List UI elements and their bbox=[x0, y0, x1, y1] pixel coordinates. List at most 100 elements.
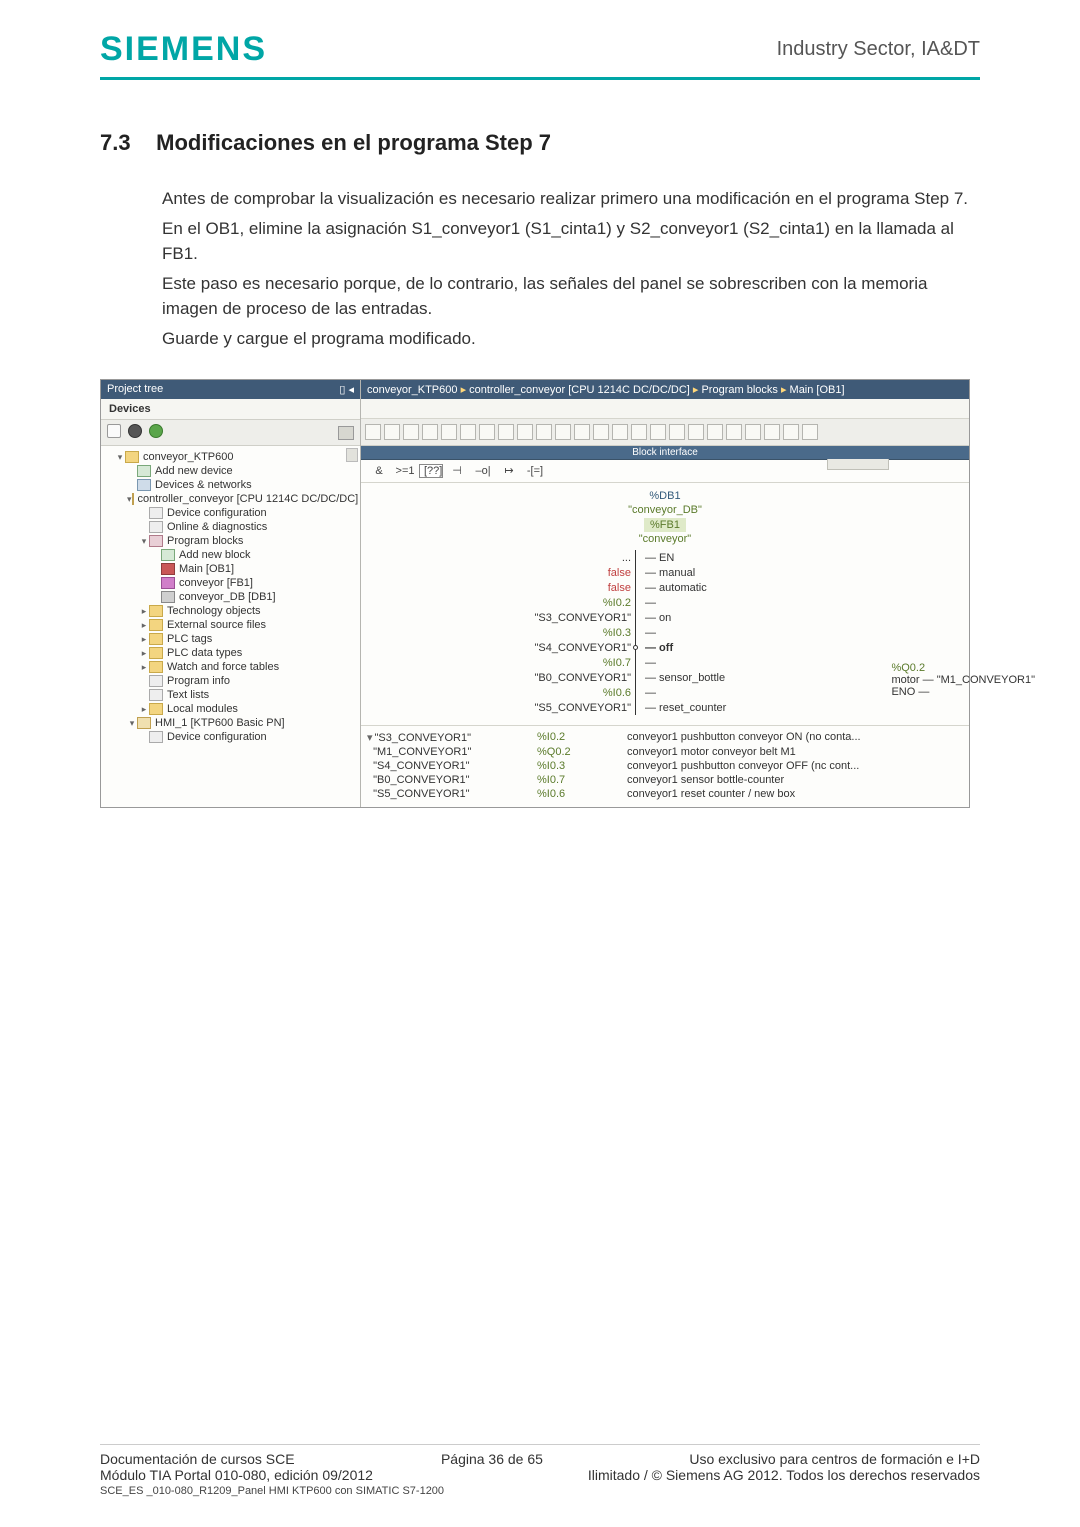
toolbar-button[interactable] bbox=[574, 424, 590, 440]
tree-item[interactable]: ▸Local modules bbox=[101, 702, 360, 716]
tree-item[interactable]: ▸PLC data types bbox=[101, 646, 360, 660]
toolbar-button[interactable] bbox=[460, 424, 476, 440]
expand-icon[interactable]: ▸ bbox=[139, 662, 149, 673]
toolbar-button[interactable] bbox=[441, 424, 457, 440]
fb-wire-icon bbox=[635, 550, 643, 565]
breadcrumb-item[interactable]: Program blocks bbox=[701, 384, 777, 396]
fb-pin-label: — sensor_bottle bbox=[643, 672, 725, 684]
toolbar-icon[interactable] bbox=[338, 426, 354, 440]
toolbar-button[interactable] bbox=[593, 424, 609, 440]
breadcrumb-item[interactable]: conveyor_KTP600 bbox=[367, 384, 458, 396]
project-tree[interactable]: ▾ conveyor_KTP600Add new deviceDevices & … bbox=[101, 446, 360, 807]
tree-item[interactable]: Add new block bbox=[101, 548, 360, 562]
lad-symbol[interactable]: & bbox=[367, 465, 391, 477]
lad-symbol[interactable]: [??] bbox=[419, 464, 443, 478]
table-row[interactable]: "S4_CONVEYOR1"%I0.3conveyor1 pushbutton … bbox=[367, 759, 963, 773]
tree-item[interactable]: ▸PLC tags bbox=[101, 632, 360, 646]
var-desc: conveyor1 reset counter / new box bbox=[627, 788, 963, 800]
lad-symbol[interactable]: –o| bbox=[471, 465, 495, 477]
fb-pin-label: — on bbox=[643, 612, 671, 624]
tree-item[interactable]: ▾Program blocks bbox=[101, 534, 360, 548]
toolbar-icon[interactable] bbox=[128, 424, 142, 438]
expand-icon[interactable]: ▸ bbox=[139, 606, 149, 617]
tree-item[interactable]: ▾HMI_1 [KTP600 Basic PN] bbox=[101, 716, 360, 730]
expand-icon[interactable]: ▸ bbox=[139, 704, 149, 715]
lad-symbol[interactable]: ↦ bbox=[497, 464, 521, 477]
toolbar-button[interactable] bbox=[707, 424, 723, 440]
tree-label: Technology objects bbox=[167, 605, 261, 617]
toolbar-button[interactable] bbox=[745, 424, 761, 440]
fb-address: %FB1 bbox=[644, 518, 686, 532]
panel-controls-icon[interactable]: ▯ ◂ bbox=[339, 383, 354, 396]
toolbar-icon[interactable] bbox=[149, 424, 163, 438]
fb-pin-row: %I0.7— bbox=[495, 655, 835, 670]
expand-icon[interactable]: ▸ bbox=[139, 648, 149, 659]
toolbar-button[interactable] bbox=[479, 424, 495, 440]
lad-symbol[interactable]: -[=] bbox=[523, 465, 547, 477]
toolbar-button[interactable] bbox=[631, 424, 647, 440]
breadcrumb-item[interactable]: controller_conveyor [CPU 1214C DC/DC/DC] bbox=[469, 384, 690, 396]
tree-item[interactable]: Online & diagnostics bbox=[101, 520, 360, 534]
toolbar-button[interactable] bbox=[669, 424, 685, 440]
toolbar-button[interactable] bbox=[517, 424, 533, 440]
block-interface-bar[interactable]: Block interface bbox=[361, 446, 969, 460]
toolbar-button[interactable] bbox=[783, 424, 799, 440]
toolbar-button[interactable] bbox=[403, 424, 419, 440]
tree-item[interactable]: Main [OB1] bbox=[101, 562, 360, 576]
fb-pin-label: — bbox=[643, 687, 656, 699]
tree-item[interactable]: Device configuration bbox=[101, 506, 360, 520]
paragraph: En el OB1, elimine la asignación S1_conv… bbox=[162, 216, 980, 267]
toolbar-button[interactable] bbox=[422, 424, 438, 440]
expand-icon[interactable]: ▾ bbox=[139, 536, 149, 547]
table-row[interactable]: "M1_CONVEYOR1"%Q0.2conveyor1 motor conve… bbox=[367, 745, 963, 759]
tree-item[interactable]: Text lists bbox=[101, 688, 360, 702]
toolbar-button[interactable] bbox=[384, 424, 400, 440]
tree-label: External source files bbox=[167, 619, 266, 631]
toolbar-button[interactable] bbox=[726, 424, 742, 440]
devices-tab[interactable]: Devices bbox=[101, 399, 360, 420]
breadcrumb-item[interactable]: Main [OB1] bbox=[790, 384, 845, 396]
folder-icon bbox=[149, 633, 163, 645]
table-row[interactable]: "S5_CONVEYOR1"%I0.6conveyor1 reset count… bbox=[367, 787, 963, 801]
tree-item[interactable]: Program info bbox=[101, 674, 360, 688]
tree-item[interactable]: conveyor [FB1] bbox=[101, 576, 360, 590]
expand-icon[interactable]: ▾ bbox=[115, 452, 125, 463]
fb-wire-icon bbox=[635, 625, 643, 640]
tree-item[interactable]: ▾controller_conveyor [CPU 1214C DC/DC/DC… bbox=[101, 492, 360, 506]
tree-item[interactable]: Devices & networks bbox=[101, 478, 360, 492]
lad-symbol[interactable]: ⊣ bbox=[445, 464, 469, 477]
expand-icon[interactable]: ▾ bbox=[127, 718, 137, 729]
toolbar-icon[interactable] bbox=[107, 424, 121, 438]
page-footer: Documentación de cursos SCE Página 36 de… bbox=[100, 1444, 980, 1497]
expand-icon[interactable]: ▸ bbox=[139, 620, 149, 631]
toolbar-button[interactable] bbox=[498, 424, 514, 440]
tree-item[interactable]: conveyor_DB [DB1] bbox=[101, 590, 360, 604]
fb-pin-source: false bbox=[495, 582, 635, 594]
tree-item[interactable]: ▸ Technology objects bbox=[101, 604, 360, 618]
tree-label: conveyor_KTP600 bbox=[143, 451, 234, 463]
table-row[interactable]: ▾"S3_CONVEYOR1"%I0.2conveyor1 pushbutton… bbox=[367, 730, 963, 745]
tree-label: Text lists bbox=[167, 689, 209, 701]
toolbar-button[interactable] bbox=[365, 424, 381, 440]
expand-icon[interactable]: ▸ bbox=[139, 634, 149, 645]
toolbar-button[interactable] bbox=[688, 424, 704, 440]
toolbar-button[interactable] bbox=[612, 424, 628, 440]
txt-icon bbox=[149, 521, 163, 533]
toolbar-button[interactable] bbox=[650, 424, 666, 440]
tree-item[interactable]: ▾ conveyor_KTP600 bbox=[101, 450, 360, 464]
tia-portal-screenshot: Project tree ▯ ◂ Devices ▾conveyor_KTP60… bbox=[100, 379, 970, 808]
table-row[interactable]: "B0_CONVEYOR1"%I0.7conveyor1 sensor bott… bbox=[367, 773, 963, 787]
toolbar-button[interactable] bbox=[536, 424, 552, 440]
txt-icon bbox=[149, 731, 163, 743]
toolbar-button[interactable] bbox=[802, 424, 818, 440]
tree-item[interactable]: ▸Watch and force tables bbox=[101, 660, 360, 674]
tree-item[interactable]: ▸ External source files bbox=[101, 618, 360, 632]
toolbar-button[interactable] bbox=[764, 424, 780, 440]
toolbar-button[interactable] bbox=[555, 424, 571, 440]
tree-item[interactable]: Device configuration bbox=[101, 730, 360, 744]
folder-icon bbox=[125, 451, 139, 463]
fb-pin-label: — off bbox=[643, 642, 673, 654]
txt-icon bbox=[149, 507, 163, 519]
lad-symbol[interactable]: >=1 bbox=[393, 465, 417, 477]
tree-item[interactable]: Add new device bbox=[101, 464, 360, 478]
